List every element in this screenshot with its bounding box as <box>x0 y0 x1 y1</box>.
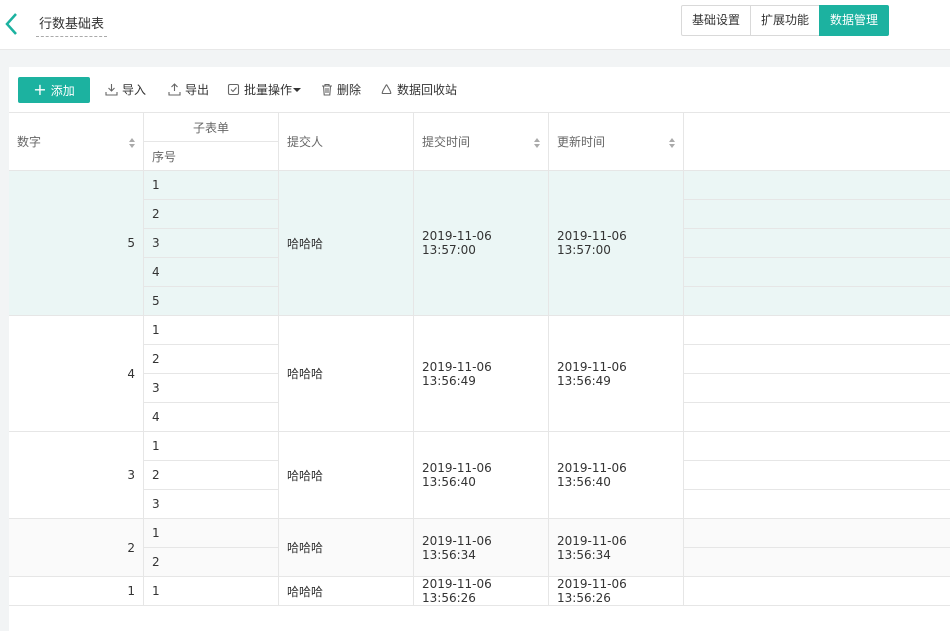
cell-number: 1 <box>9 577 144 606</box>
recycle-icon <box>381 84 392 95</box>
cell-extra <box>684 461 950 490</box>
cell-extra <box>684 200 950 229</box>
cell-extra <box>684 345 950 374</box>
cell-seq: 3 <box>144 490 279 519</box>
cell-seq: 2 <box>144 548 279 577</box>
cell-extra <box>684 577 950 606</box>
export-label: 导出 <box>185 83 210 97</box>
import-button[interactable]: 导入 <box>105 81 146 98</box>
cell-seq: 4 <box>144 258 279 287</box>
add-button[interactable]: + 添加 <box>18 77 90 103</box>
sort-icon[interactable] <box>534 137 540 148</box>
cell-extra <box>684 432 950 461</box>
cell-seq: 1 <box>144 519 279 548</box>
cell-submitter: 哈哈哈 <box>279 519 414 577</box>
sort-icon[interactable] <box>129 137 135 148</box>
plus-icon: + <box>33 80 47 99</box>
tab-extensions[interactable]: 扩展功能 <box>750 5 821 36</box>
cell-update-time: 2019-11-06 13:56:49 <box>549 316 684 432</box>
header-submit-time-label: 提交时间 <box>422 135 471 149</box>
header-filler <box>684 113 950 171</box>
header-seq: 序号 <box>144 142 279 171</box>
toolbar: + 添加 导入 导出 批量操作 删除 数据回收站 <box>9 67 950 113</box>
cell-update-time: 2019-11-06 13:56:26 <box>549 577 684 606</box>
cell-seq: 1 <box>144 577 279 606</box>
cell-seq: 4 <box>144 403 279 432</box>
cell-number: 2 <box>9 519 144 577</box>
form-title[interactable]: 行数基础表 <box>36 13 108 37</box>
batch-icon <box>227 83 240 96</box>
export-button[interactable]: 导出 <box>168 81 209 98</box>
cell-seq: 2 <box>144 200 279 229</box>
cell-extra <box>684 229 950 258</box>
delete-button[interactable]: 删除 <box>321 81 361 98</box>
import-label: 导入 <box>122 83 147 97</box>
cell-seq: 3 <box>144 374 279 403</box>
cell-update-time: 2019-11-06 13:56:40 <box>549 432 684 519</box>
top-bar: 行数基础表 基础设置 扩展功能 数据管理 <box>0 0 950 50</box>
cell-submitter: 哈哈哈 <box>279 316 414 432</box>
cell-seq: 2 <box>144 461 279 490</box>
tab-basic-settings[interactable]: 基础设置 <box>681 5 752 36</box>
export-icon <box>168 83 181 96</box>
header-subform-label: 子表单 <box>192 120 229 135</box>
cell-seq: 2 <box>144 345 279 374</box>
header-submitter: 提交人 <box>279 113 414 171</box>
cell-number: 5 <box>9 171 144 316</box>
cell-extra <box>684 374 950 403</box>
cell-seq: 1 <box>144 171 279 200</box>
header-update-time-label: 更新时间 <box>557 135 606 149</box>
header-seq-label: 序号 <box>152 149 177 164</box>
view-tabs: 基础设置 扩展功能 数据管理 <box>681 5 890 36</box>
header-subform-group: 子表单 <box>144 113 279 142</box>
recycle-label: 数据回收站 <box>397 83 458 97</box>
header-number-label: 数字 <box>17 135 42 149</box>
cell-extra <box>684 548 950 577</box>
header-update-time[interactable]: 更新时间 <box>549 113 684 171</box>
cell-extra <box>684 403 950 432</box>
header-submit-time[interactable]: 提交时间 <box>414 113 549 171</box>
cell-submit-time: 2019-11-06 13:56:26 <box>414 577 549 606</box>
back-arrow-icon[interactable] <box>4 12 20 36</box>
cell-submitter: 哈哈哈 <box>279 432 414 519</box>
header-number[interactable]: 数字 <box>9 113 144 171</box>
batch-operation-dropdown[interactable]: 批量操作 <box>227 81 305 98</box>
cell-submitter: 哈哈哈 <box>279 577 414 606</box>
data-panel: + 添加 导入 导出 批量操作 删除 数据回收站 数字 子表单 序号 提交人 提交时间 更… <box>9 67 950 631</box>
caret-down-icon <box>293 87 302 92</box>
cell-update-time: 2019-11-06 13:57:00 <box>549 171 684 316</box>
cell-seq: 3 <box>144 229 279 258</box>
trash-icon <box>322 83 332 96</box>
cell-number: 3 <box>9 432 144 519</box>
cell-extra <box>684 316 950 345</box>
cell-submit-time: 2019-11-06 13:57:00 <box>414 171 549 316</box>
recycle-bin-button[interactable]: 数据回收站 <box>380 81 457 98</box>
cell-seq: 5 <box>144 287 279 316</box>
add-label: 添加 <box>50 83 75 98</box>
sort-icon[interactable] <box>669 137 675 148</box>
cell-submit-time: 2019-11-06 13:56:40 <box>414 432 549 519</box>
cell-seq: 1 <box>144 432 279 461</box>
cell-extra <box>684 490 950 519</box>
cell-extra <box>684 258 950 287</box>
cell-extra <box>684 287 950 316</box>
delete-label: 删除 <box>337 83 362 97</box>
cell-update-time: 2019-11-06 13:56:34 <box>549 519 684 577</box>
tab-data-management[interactable]: 数据管理 <box>819 5 890 36</box>
import-icon <box>105 84 118 96</box>
cell-submitter: 哈哈哈 <box>279 171 414 316</box>
batch-label: 批量操作 <box>244 83 293 97</box>
cell-extra <box>684 171 950 200</box>
cell-submit-time: 2019-11-06 13:56:49 <box>414 316 549 432</box>
cell-submit-time: 2019-11-06 13:56:34 <box>414 519 549 577</box>
cell-seq: 1 <box>144 316 279 345</box>
cell-number: 4 <box>9 316 144 432</box>
header-submitter-label: 提交人 <box>287 135 324 149</box>
cell-extra <box>684 519 950 548</box>
